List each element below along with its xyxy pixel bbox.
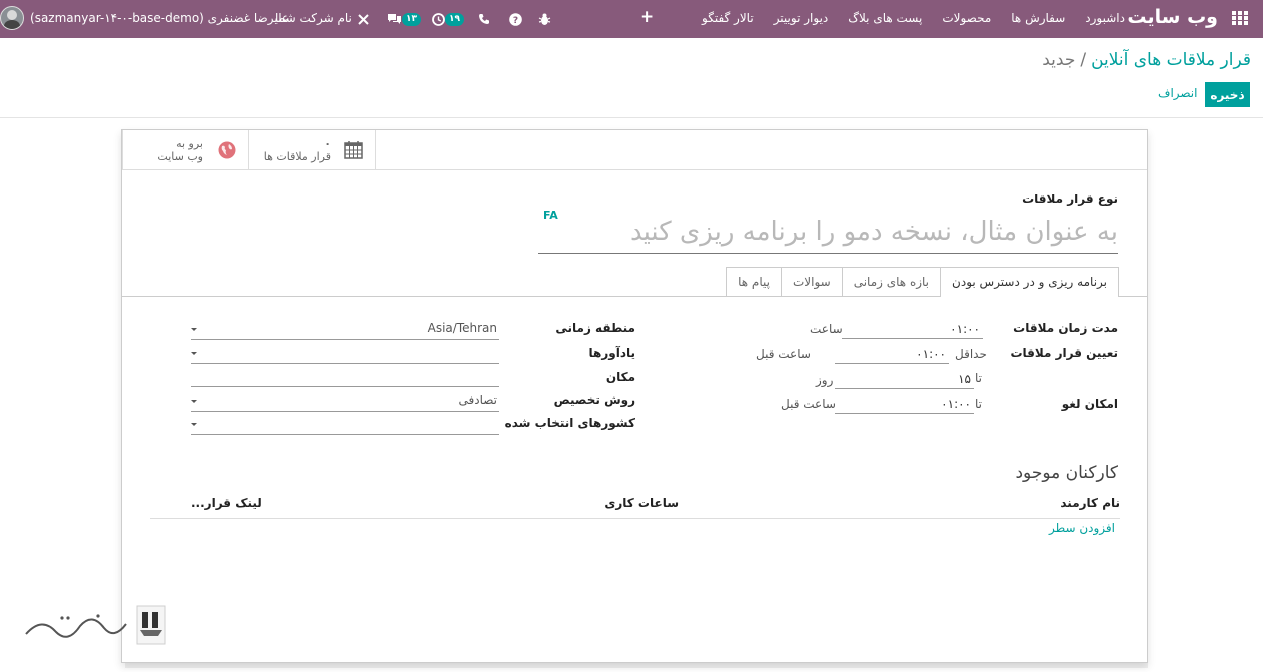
duration-label: مدت زمان ملاقات — [1013, 321, 1118, 335]
duration-value: ۰۱:۰۰ — [950, 322, 980, 336]
appointment-type-name-input[interactable] — [538, 210, 1118, 254]
min-unit: ساعت قبل — [756, 347, 811, 361]
menu-blog-posts[interactable]: پست های بلاگ — [848, 11, 922, 25]
countries-label: کشورهای انتخاب شده — [504, 416, 635, 430]
max-schedule-input[interactable]: ۱۵ — [835, 370, 974, 389]
menu-orders[interactable]: سفارش ها — [1011, 11, 1065, 25]
appointments-label: قرار ملاقات ها — [263, 150, 331, 163]
max-prefix: تا — [975, 371, 982, 385]
user-avatar — [0, 6, 24, 30]
max-schedule-value: ۱۵ — [958, 372, 971, 386]
tab-schedule-availability[interactable]: برنامه ریزی و در دسترس بودن — [940, 267, 1119, 297]
discard-button[interactable]: انصراف — [1158, 86, 1197, 100]
main-menu: داشبورد سفارش ها محصولات پست های بلاگ دی… — [702, 11, 1125, 25]
control-panel-divider — [0, 117, 1263, 118]
menu-twitter-wall[interactable]: دیوار توییتر — [774, 11, 829, 25]
svg-text:?: ? — [513, 16, 518, 26]
tools-icon[interactable] — [357, 10, 370, 28]
website-line2: وب سایت — [157, 150, 203, 163]
cancel-value: ۰۱:۰۰ — [941, 397, 971, 411]
min-schedule-value: ۰۱:۰۰ — [916, 347, 946, 361]
breadcrumb-current: جدید — [1042, 50, 1076, 70]
chevron-down-icon — [191, 352, 197, 355]
tab-time-slots[interactable]: بازه های زمانی — [841, 267, 942, 296]
top-navbar: وب سایت داشبورد سفارش ها محصولات پست های… — [0, 0, 1263, 38]
timezone-select[interactable]: Asia/Tehran — [191, 319, 499, 340]
max-unit: روز — [816, 373, 834, 387]
chevron-down-icon — [191, 400, 197, 403]
column-appointment-link[interactable]: لینک قرار... — [191, 496, 262, 510]
appointment-type-label: نوع قرار ملاقات — [1022, 192, 1118, 206]
tab-messages[interactable]: پیام ها — [726, 267, 782, 296]
phone-icon[interactable] — [478, 10, 490, 28]
plus-icon[interactable]: + — [640, 7, 654, 27]
cancel-label: امکان لغو — [1061, 397, 1118, 411]
timezone-value: Asia/Tehran — [427, 321, 497, 335]
help-icon[interactable]: ? — [509, 10, 522, 28]
apps-menu-icon[interactable] — [1232, 11, 1249, 26]
sheet-header-divider — [122, 169, 1147, 170]
user-menu[interactable]: علیرضا غضنفری (sazmanyar-۱۴-۰-base-demo) — [0, 6, 289, 30]
column-work-hours[interactable]: ساعات کاری — [604, 496, 679, 510]
reminders-select[interactable] — [191, 343, 499, 364]
website-line1: برو به — [176, 137, 203, 150]
appointments-count: ۰ — [324, 137, 331, 150]
column-employee-name[interactable]: نام کارمند — [1060, 496, 1120, 510]
timezone-label: منطقه زمانی — [555, 321, 635, 335]
employees-section-title: کارکنان موجود — [1015, 463, 1118, 483]
countries-select[interactable] — [191, 414, 499, 435]
menu-products[interactable]: محصولات — [942, 11, 991, 25]
location-input[interactable] — [191, 368, 499, 387]
assign-method-label: روش تخصیص — [553, 393, 635, 407]
reminders-label: یادآورها — [588, 346, 635, 360]
menu-forum[interactable]: تالار گفتگو — [702, 11, 754, 25]
duration-unit: ساعت — [810, 322, 843, 336]
go-to-website-button[interactable]: برو به وب سایت — [122, 130, 249, 169]
chevron-down-icon — [191, 328, 197, 331]
employees-table-header: نام کارمند ساعات کاری لینک قرار... — [150, 490, 1120, 519]
user-name: علیرضا غضنفری (sazmanyar-۱۴-۰-base-demo) — [30, 11, 290, 25]
activity-count-badge: ۱۹ — [445, 12, 464, 26]
smart-button-box: برو به وب سایت ۰ قرار ملاقات ها — [122, 130, 377, 169]
globe-icon — [218, 141, 236, 159]
save-button[interactable]: ذخیره — [1205, 82, 1250, 107]
add-line-button[interactable]: افزودن سطر — [1049, 521, 1115, 535]
watermark-logo — [25, 605, 166, 645]
cancel-input[interactable]: ۰۱:۰۰ — [835, 395, 974, 414]
min-prefix: حداقل — [955, 347, 987, 361]
messages-count-badge: ۱۳ — [402, 12, 421, 26]
calendar-icon — [344, 141, 363, 159]
breadcrumb-separator: / — [1080, 50, 1087, 70]
app-brand[interactable]: وب سایت — [1127, 6, 1218, 28]
messages-icon[interactable]: ۱۳ — [385, 10, 421, 28]
assign-method-select[interactable]: تصادفی — [191, 391, 499, 412]
scheduling-label: تعیین قرار ملاقات — [1010, 346, 1118, 360]
menu-dashboard[interactable]: داشبورد — [1085, 11, 1125, 25]
translate-language-button[interactable]: FA — [543, 209, 558, 222]
assign-method-value: تصادفی — [458, 393, 497, 407]
breadcrumb: قرار ملاقات های آنلاین/جدید — [1042, 50, 1251, 70]
form-sheet: برو به وب سایت ۰ قرار ملاقات ها نوع قرار… — [121, 129, 1148, 663]
chevron-down-icon — [191, 423, 197, 426]
cancel-unit: ساعت قبل — [781, 397, 836, 411]
cancel-prefix: تا — [975, 397, 982, 411]
location-label: مکان — [605, 370, 635, 384]
bug-icon[interactable] — [538, 10, 551, 28]
tab-questions[interactable]: سوالات — [780, 267, 843, 296]
activity-icon[interactable]: ۱۹ — [430, 10, 464, 28]
duration-input[interactable]: ۰۱:۰۰ — [842, 320, 983, 339]
breadcrumb-parent-link[interactable]: قرار ملاقات های آنلاین — [1091, 50, 1251, 70]
appointments-smart-button[interactable]: ۰ قرار ملاقات ها — [249, 130, 376, 169]
form-tabs: برنامه ریزی و در دسترس بودن بازه های زما… — [726, 267, 1119, 297]
min-schedule-input[interactable]: ۰۱:۰۰ — [835, 345, 949, 364]
